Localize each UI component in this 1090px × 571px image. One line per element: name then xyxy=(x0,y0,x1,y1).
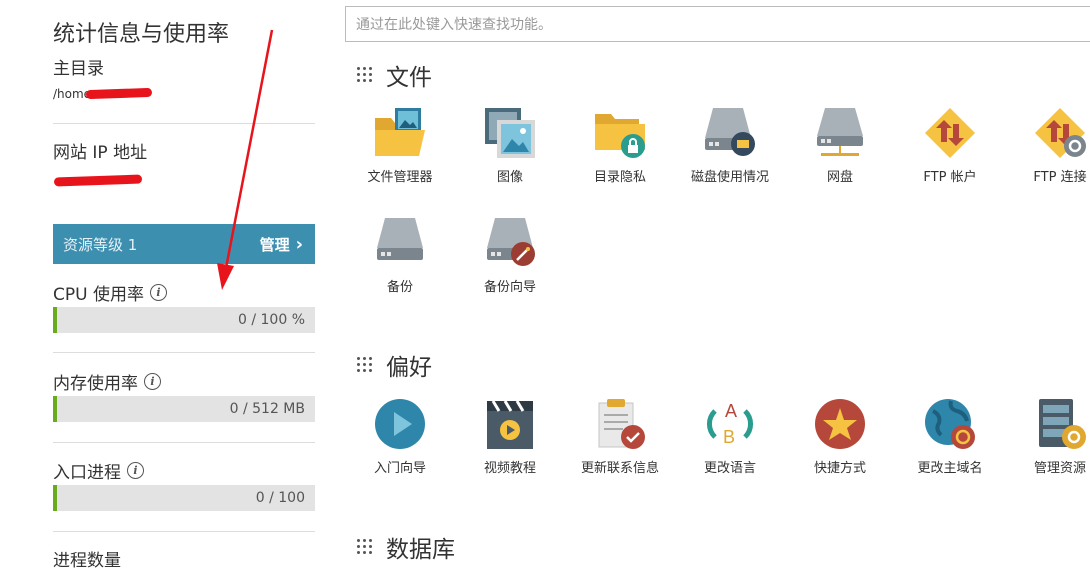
directory-privacy-tile[interactable]: 目录隐私 xyxy=(565,106,675,185)
getting-started-tile[interactable]: 入门向导 xyxy=(345,397,455,476)
backup-tile[interactable]: 备份 xyxy=(345,216,455,295)
home-dir-label: 主目录 xyxy=(53,59,104,79)
manage-link[interactable]: 管理 › xyxy=(260,234,303,255)
divider xyxy=(53,352,315,353)
disk-usage-tile[interactable]: 磁盘使用情况 xyxy=(675,106,785,185)
backup-icon xyxy=(377,218,423,260)
disk-usage-icon xyxy=(705,108,755,156)
ip-label: 网站 IP 地址 xyxy=(53,143,148,163)
tile-label: 备份 xyxy=(386,280,413,295)
memory-usage-bar: 0 / 512 MB xyxy=(53,396,315,422)
progress-text: 0 / 100 % xyxy=(238,312,305,328)
stats-title: 统计信息与使用率 xyxy=(53,22,230,47)
change-language-icon: A B xyxy=(707,401,753,447)
change-language-tile[interactable]: A B 更改语言 xyxy=(675,397,785,476)
letter-b-glyph: B xyxy=(723,427,735,447)
tile-label: 图像 xyxy=(496,170,523,185)
entry-processes-bar: 0 / 100 xyxy=(53,485,315,511)
ftp-connections-tile[interactable]: FTP 连接 xyxy=(1005,106,1090,185)
web-disk-icon xyxy=(817,108,863,156)
progress-text: 0 / 100 xyxy=(255,490,305,506)
chevron-right-icon: › xyxy=(295,233,303,255)
tile-label: 管理资源 xyxy=(1033,461,1086,476)
manage-resources-tile[interactable]: 管理资源 xyxy=(1005,397,1090,476)
video-tutorials-tile[interactable]: 视频教程 xyxy=(455,397,565,476)
section-databases-header[interactable]: 数据库 xyxy=(356,530,455,564)
tile-label: 网盘 xyxy=(826,170,853,185)
process-count-label: 进程数量 xyxy=(53,551,121,571)
drag-handle-icon[interactable] xyxy=(356,538,374,556)
progress-text: 0 / 512 MB xyxy=(229,401,305,417)
tile-label: 视频教程 xyxy=(483,461,536,476)
ftp-connections-icon xyxy=(1035,108,1086,158)
backup-wizard-tile[interactable]: 备份向导 xyxy=(455,216,565,295)
cpu-usage-label: CPU 使用率 i xyxy=(53,280,167,305)
metric-label-text: 入口进程 xyxy=(53,463,121,483)
divider xyxy=(53,442,315,443)
tile-label: 磁盘使用情况 xyxy=(690,170,769,185)
memory-usage-label: 内存使用率 i xyxy=(53,369,161,394)
resource-level-bar[interactable]: 资源等级 1 管理 › xyxy=(53,224,315,264)
divider xyxy=(53,531,315,532)
tile-label: 目录隐私 xyxy=(593,170,646,185)
entry-processes-label: 入口进程 i xyxy=(53,458,144,483)
stats-sidebar: 统计信息与使用率 主目录 /home 网站 IP 地址 资源等级 1 管理 › … xyxy=(0,0,330,571)
ftp-accounts-icon xyxy=(925,108,975,158)
section-title: 文件 xyxy=(386,65,432,91)
web-disk-tile[interactable]: 网盘 xyxy=(785,106,895,185)
drag-handle-icon[interactable] xyxy=(356,356,374,374)
contact-info-icon xyxy=(598,399,645,449)
section-preferences-header[interactable]: 偏好 xyxy=(356,348,432,382)
tile-label: FTP 连接 xyxy=(1033,170,1087,185)
section-title: 数据库 xyxy=(386,537,455,563)
ftp-accounts-tile[interactable]: FTP 帐户 xyxy=(895,106,1005,185)
redaction-mark xyxy=(85,87,153,100)
letter-a-glyph: A xyxy=(725,401,737,421)
tile-label: 文件管理器 xyxy=(367,170,433,185)
shortcuts-tile[interactable]: 快捷方式 xyxy=(785,397,895,476)
tile-label: 快捷方式 xyxy=(813,461,866,476)
divider xyxy=(53,123,315,124)
file-manager-icon xyxy=(375,108,425,156)
tile-label: 备份向导 xyxy=(483,280,536,295)
section-files-header[interactable]: 文件 xyxy=(356,58,432,92)
video-tutorials-icon xyxy=(487,400,533,449)
tile-label: FTP 帐户 xyxy=(923,170,977,185)
change-main-domain-icon xyxy=(925,399,975,449)
info-icon[interactable]: i xyxy=(127,462,144,479)
resource-level-label: 资源等级 1 xyxy=(63,235,138,254)
search-input[interactable] xyxy=(345,6,1090,42)
backup-wizard-icon xyxy=(487,218,535,266)
images-tile[interactable]: 图像 xyxy=(455,106,565,185)
cpu-usage-bar: 0 / 100 % xyxy=(53,307,315,333)
tile-label: 更改语言 xyxy=(703,461,756,476)
shortcuts-icon xyxy=(815,399,865,449)
info-icon[interactable]: i xyxy=(144,373,161,390)
file-manager-tile[interactable]: 文件管理器 xyxy=(345,106,455,185)
tile-label: 更改主域名 xyxy=(917,461,983,476)
drag-handle-icon[interactable] xyxy=(356,66,374,84)
tile-label: 入门向导 xyxy=(373,461,426,476)
tile-label: 更新联系信息 xyxy=(580,461,659,476)
getting-started-icon xyxy=(375,399,425,449)
contact-info-tile[interactable]: 更新联系信息 xyxy=(565,397,675,476)
manage-label: 管理 xyxy=(259,235,290,254)
info-icon[interactable]: i xyxy=(149,284,167,301)
change-main-domain-tile[interactable]: 更改主域名 xyxy=(895,397,1005,476)
metric-label-text: CPU 使用率 xyxy=(53,285,144,305)
metric-label-text: 内存使用率 xyxy=(53,374,138,394)
directory-privacy-icon xyxy=(595,114,645,158)
section-title: 偏好 xyxy=(386,355,432,381)
redaction-mark xyxy=(53,174,143,187)
manage-resources-icon xyxy=(1039,399,1086,449)
images-icon xyxy=(485,108,535,158)
